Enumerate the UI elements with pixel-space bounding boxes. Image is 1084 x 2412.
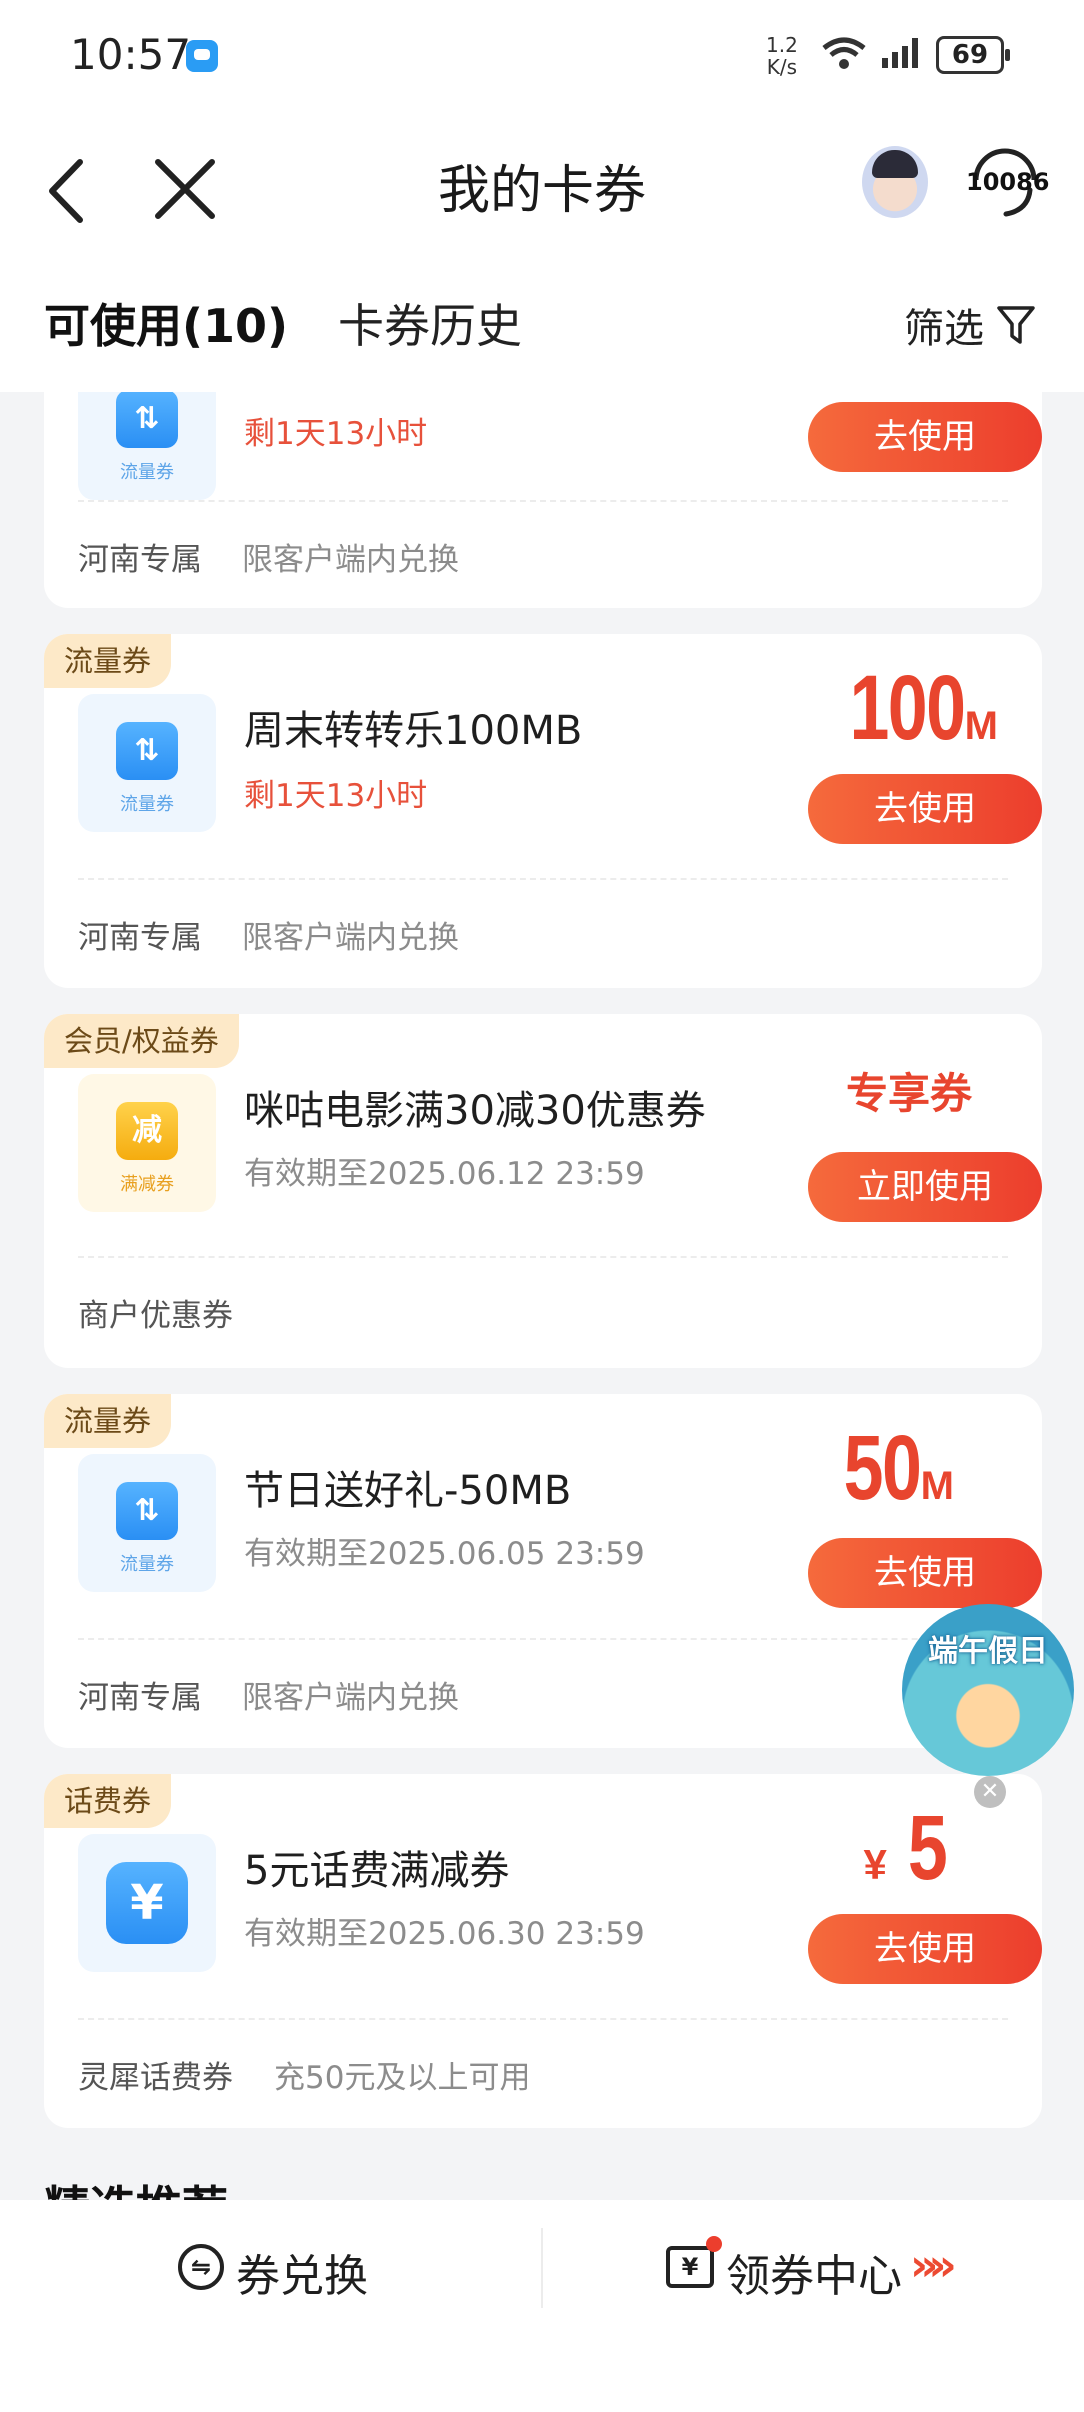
use-now-button[interactable]: 立即使用 (808, 1152, 1042, 1222)
status-bar: 10:57 1.2 K/s 69 (0, 0, 1084, 110)
coupon-title: 周末转转乐100MB (244, 708, 583, 754)
battery-indicator: 69 (936, 36, 1010, 74)
data-coupon-icon: ⇅ (116, 392, 178, 448)
customer-service-button[interactable]: 10086 (966, 144, 1050, 222)
exchange-icon: ⇋ (178, 2244, 224, 2290)
app-header: 我的卡券 10086 (0, 110, 1084, 260)
coupon-region: 河南专属 (78, 920, 202, 956)
section-title-recommended: 精选推荐 (44, 2172, 228, 2200)
value-number: 50 (843, 1417, 922, 1519)
bottom-bar: ⇋ 券兑换 ¥ 领券中心 »» (0, 2200, 1084, 2412)
coupon-value: 100M (817, 656, 998, 761)
thumb-label: 满减券 (120, 1174, 174, 1195)
status-time: 10:57 (70, 30, 192, 79)
card-divider (78, 2018, 1008, 2020)
coupon-card[interactable]: 会员/权益券 减 满减券 咪咕电影满30减30优惠券 有效期至2025.06.1… (44, 1014, 1042, 1368)
value-number: 100 (849, 657, 967, 759)
coupon-remaining: 剩1天13小时 (244, 778, 428, 814)
card-divider (78, 1256, 1008, 1258)
coupon-expiry: 有效期至2025.06.30 23:59 (244, 1916, 645, 1952)
exchange-button[interactable]: 券兑换 (236, 2240, 368, 2304)
coupon-thumb: ⇅ 流量券 (78, 392, 216, 500)
banner-text: 端午假日 (928, 1634, 1048, 1669)
coupon-merchant: 商户优惠券 (78, 1298, 233, 1334)
bottom-divider (541, 2228, 543, 2308)
use-button[interactable]: 去使用 (808, 774, 1042, 844)
coupon-type-badge: 流量券 (44, 1394, 172, 1448)
coupon-remaining: 剩1天13小时 (244, 416, 428, 452)
coupon-type-badge: 话费券 (44, 1774, 172, 1828)
card-divider (78, 878, 1008, 880)
use-button[interactable]: 去使用 (808, 1914, 1042, 1984)
coupon-card[interactable]: 流量券 ⇅ 流量券 节日送好礼-50MB 有效期至2025.06.05 23:5… (44, 1394, 1042, 1748)
coupon-category: 灵犀话费券 (78, 2060, 233, 2096)
coupon-value-label: 专享券 (845, 1070, 972, 1117)
festival-floating-banner[interactable]: 端午假日 (902, 1604, 1074, 1776)
filter-icon[interactable] (996, 304, 1036, 346)
use-button[interactable]: 去使用 (808, 402, 1042, 472)
value-unit: M (920, 1464, 954, 1508)
coupon-card[interactable]: 流量券 ⇅ 流量券 周末转转乐100MB 剩1天13小时 100M 去使用 河南… (44, 634, 1042, 988)
use-button[interactable]: 去使用 (808, 1538, 1042, 1608)
thumb-label: 流量券 (120, 1554, 174, 1575)
data-coupon-icon: ⇅ (116, 1482, 178, 1540)
coupon-expiry: 有效期至2025.06.12 23:59 (244, 1156, 645, 1192)
data-coupon-icon: ⇅ (116, 722, 178, 780)
coupon-card[interactable]: ⇅ 流量券 剩1天13小时 去使用 河南专属 限客户端内兑换 (44, 392, 1042, 608)
coupon-title: 咪咕电影满30减30优惠券 (244, 1088, 706, 1134)
wifi-icon (822, 37, 866, 69)
coupon-expiry: 有效期至2025.06.05 23:59 (244, 1536, 645, 1572)
yuan-icon: ¥ (106, 1862, 188, 1944)
tab-history[interactable]: 卡券历史 (338, 290, 522, 356)
filter-button[interactable]: 筛选 (904, 296, 984, 354)
service-label: 10086 (966, 168, 1050, 196)
coupon-region: 河南专属 (78, 542, 202, 578)
network-speed-value: 1.2 (766, 33, 798, 57)
card-divider (78, 500, 1008, 502)
assistant-avatar[interactable] (862, 146, 928, 218)
coupon-list[interactable]: ⇅ 流量券 剩1天13小时 去使用 河南专属 限客户端内兑换 流量券 ⇅ 流量券… (0, 392, 1084, 2200)
tab-bar: 可使用(10) 卡券历史 筛选 (0, 260, 1084, 392)
coupon-region: 河南专属 (78, 1680, 202, 1716)
network-speed-unit: K/s (766, 55, 798, 79)
coupon-value: 50M (822, 1416, 954, 1521)
notification-dot (706, 2236, 722, 2252)
coupon-thumb: ⇅ 流量券 (78, 694, 216, 832)
coupon-restriction: 限客户端内兑换 (242, 1680, 459, 1716)
value-currency: ¥ (863, 1841, 887, 1888)
coupon-thumb: ¥ (78, 1834, 216, 1972)
thumb-label: 流量券 (120, 462, 174, 483)
coupon-value: ¥5 (863, 1796, 948, 1901)
coupon-condition: 充50元及以上可用 (274, 2060, 531, 2096)
banner-close-icon[interactable]: ✕ (974, 1776, 1006, 1808)
coupon-type-badge: 流量券 (44, 634, 172, 688)
signal-icon (882, 38, 918, 68)
coupon-card[interactable]: 话费券 ¥ 5元话费满减券 有效期至2025.06.30 23:59 ¥5 去使… (44, 1774, 1042, 2128)
card-divider (78, 1638, 1008, 1640)
coupon-title: 节日送好礼-50MB (244, 1468, 572, 1514)
coupon-ticket-icon: ¥ (666, 2246, 714, 2288)
tab-available[interactable]: 可使用(10) (44, 290, 288, 356)
coupon-restriction: 限客户端内兑换 (242, 542, 459, 578)
coupon-restriction: 限客户端内兑换 (242, 920, 459, 956)
value-number: 5 (907, 1797, 948, 1899)
coupon-thumb: 减 满减券 (78, 1074, 216, 1212)
coupon-type-badge: 会员/权益券 (44, 1014, 239, 1068)
coupon-thumb: ⇅ 流量券 (78, 1454, 216, 1592)
coupon-center-button[interactable]: 领券中心 (726, 2240, 902, 2304)
thumb-label: 流量券 (120, 794, 174, 815)
network-speed: 1.2 K/s (766, 34, 798, 78)
coupon-title: 5元话费满减券 (244, 1848, 510, 1894)
message-notification-icon (186, 40, 218, 72)
chevrons-right-icon: »» (910, 2240, 957, 2291)
discount-coupon-icon: 减 (116, 1102, 178, 1160)
value-unit: M (964, 704, 998, 748)
